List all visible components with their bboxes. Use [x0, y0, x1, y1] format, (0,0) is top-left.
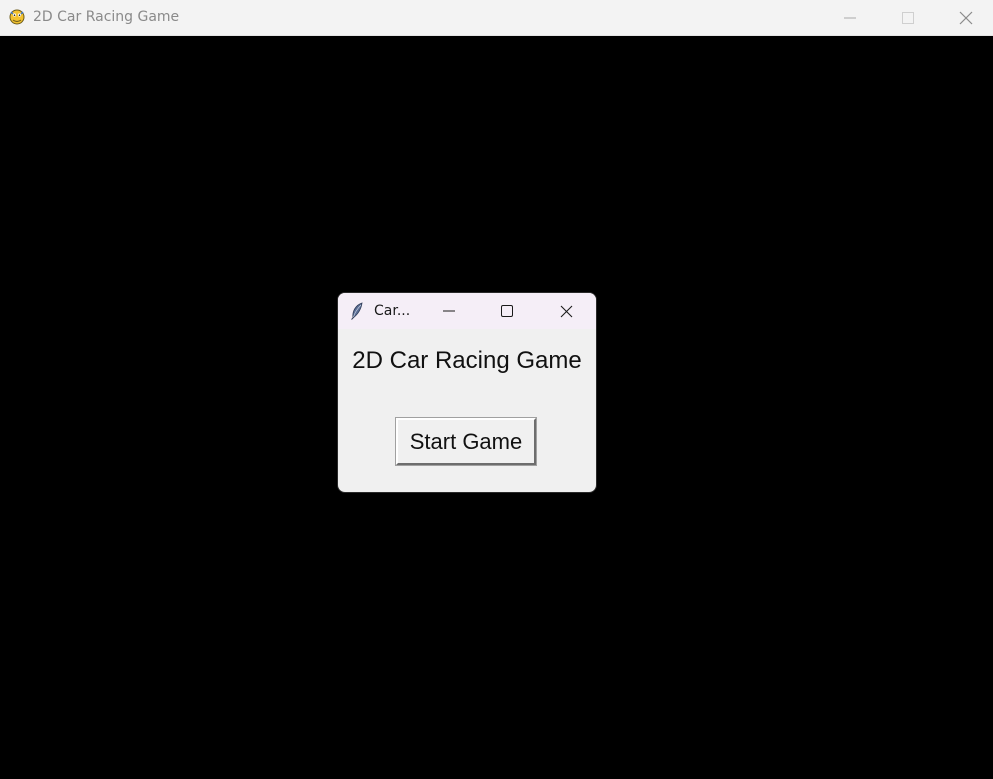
start-dialog: Car... 2D Car Racing Game Start Game [338, 293, 596, 492]
main-maximize-button[interactable] [879, 0, 937, 35]
maximize-icon [501, 305, 513, 317]
dialog-minimize-button[interactable] [420, 293, 478, 329]
close-icon [959, 11, 973, 24]
main-minimize-button[interactable] [821, 0, 879, 35]
dialog-heading: 2D Car Racing Game [352, 347, 582, 374]
start-game-button[interactable]: Start Game [396, 418, 536, 465]
feather-icon [351, 302, 363, 320]
main-close-button[interactable] [937, 0, 993, 35]
minimize-icon [844, 17, 856, 18]
close-icon [560, 305, 572, 317]
minimize-icon [443, 310, 455, 312]
window-title: 2D Car Racing Game [33, 9, 180, 25]
pygame-snake-icon [9, 9, 25, 25]
maximize-icon [902, 11, 914, 24]
main-titlebar[interactable]: 2D Car Racing Game [0, 0, 993, 36]
main-window: 2D Car Racing Game Car... 2D Car Racing … [0, 0, 993, 779]
dialog-close-button[interactable] [537, 293, 595, 329]
dialog-maximize-button[interactable] [478, 293, 536, 329]
dialog-title: Car... [374, 303, 411, 319]
dialog-titlebar[interactable]: Car... [338, 293, 596, 329]
